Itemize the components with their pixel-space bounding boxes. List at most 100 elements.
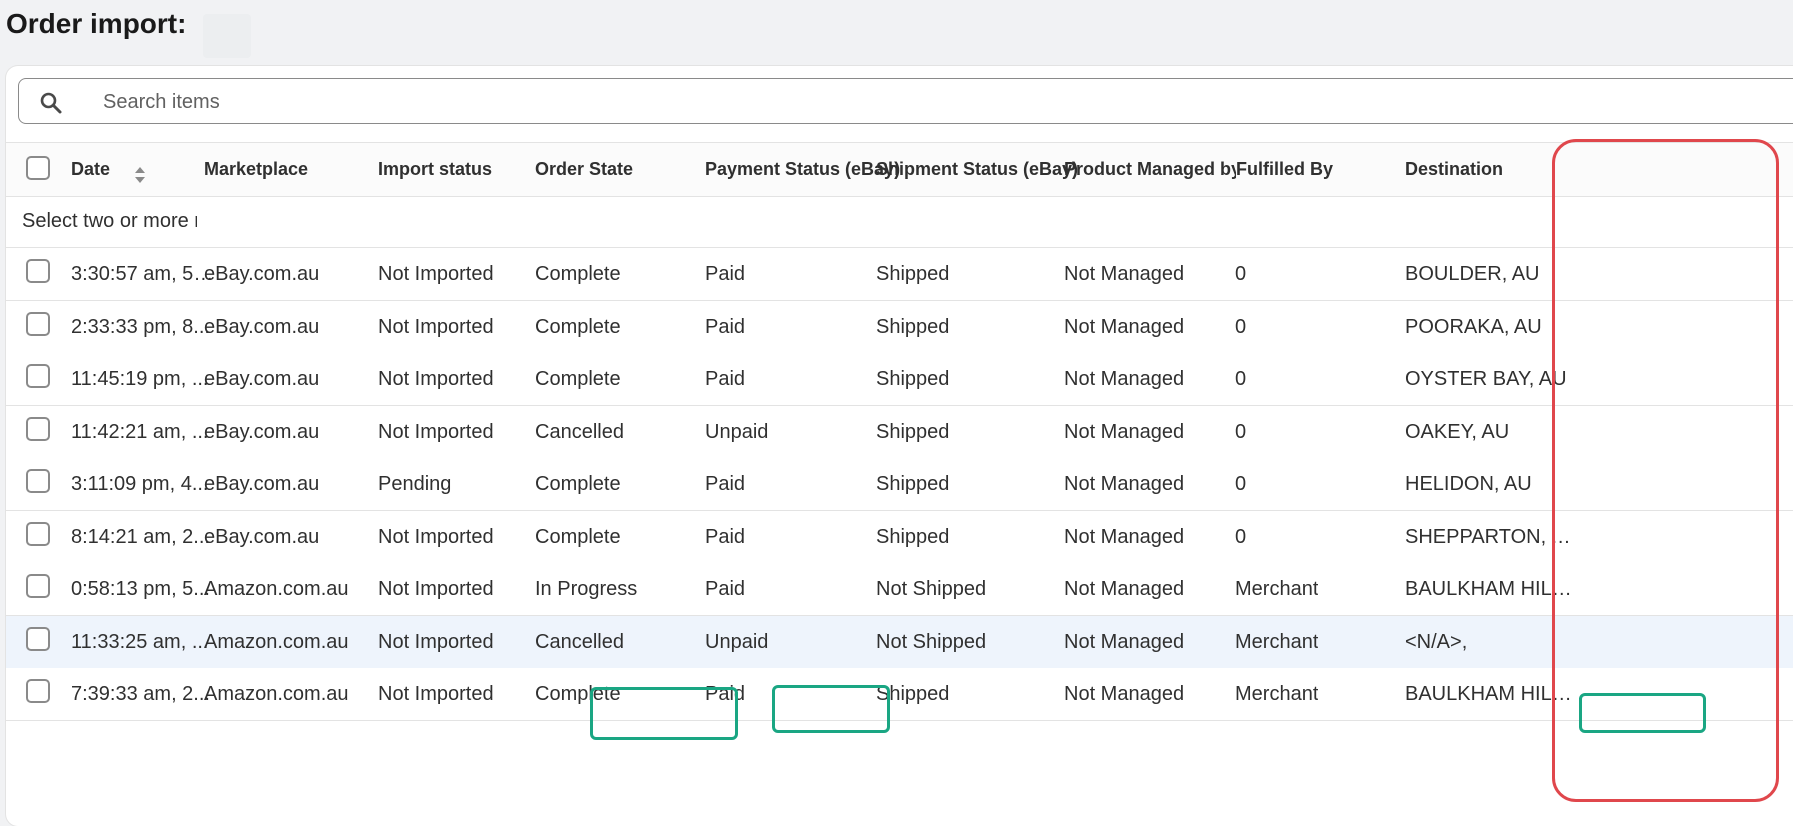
cell-product-managed: Not Managed [1064, 473, 1185, 495]
cell-product-managed: Not Managed [1064, 578, 1185, 600]
cell-payment-status: Paid [705, 578, 746, 600]
column-header-shipment-status[interactable]: Shipment Status (eBay) [876, 143, 1078, 196]
search-icon [40, 92, 62, 114]
cell-fulfilled-by: 0 [1235, 315, 1247, 338]
column-header-date[interactable]: Date [71, 143, 110, 196]
cell-payment-status: Paid [705, 368, 746, 390]
row-checkbox[interactable] [26, 521, 50, 546]
row-checkbox[interactable] [26, 679, 50, 703]
cell-date: 0:58:13 pm, 5... [71, 578, 210, 600]
cell-date: 3:11:09 pm, 4... [71, 473, 209, 495]
table-row[interactable]: 2:33:33 pm, 8... eBay.com.au Not Imported C… [6, 300, 1793, 354]
cell-marketplace: eBay.com.au [204, 473, 320, 495]
cell-shipment-status: Not Shipped [876, 578, 987, 600]
column-header-import-status[interactable]: Import status [378, 143, 492, 196]
cell-destination: BAULKHAM HILLS, ... [1405, 683, 1573, 705]
cell-marketplace: eBay.com.au [204, 263, 320, 285]
row-checkbox[interactable] [26, 416, 50, 441]
cell-import-status: Not Imported [378, 420, 494, 443]
row-checkbox[interactable] [26, 259, 50, 283]
table-row[interactable]: 11:33:25 am, ... Amazon.com.au Not Importe… [6, 615, 1793, 669]
cell-destination: SHEPPARTON, AU [1405, 525, 1573, 548]
cell-marketplace: eBay.com.au [204, 315, 320, 338]
cell-product-managed: Not Managed [1064, 683, 1185, 705]
row-checkbox[interactable] [26, 469, 50, 493]
cell-fulfilled-by: 0 [1235, 263, 1247, 285]
column-header-fulfilled-by[interactable]: Fulfilled By [1236, 143, 1333, 196]
title-redaction [203, 14, 251, 58]
cell-shipment-status: Shipped [876, 473, 950, 495]
cell-destination: BOULDER, AU [1405, 263, 1540, 285]
cell-order-state: Complete [535, 525, 621, 548]
cell-marketplace: Amazon.com.au [204, 578, 349, 600]
cell-date: 8:14:21 am, 2... [71, 525, 210, 548]
cell-product-managed: Not Managed [1064, 368, 1185, 390]
cell-product-managed: Not Managed [1064, 263, 1185, 285]
selection-hint: Select two or more rc [22, 210, 197, 232]
cell-fulfilled-by: Merchant [1235, 578, 1319, 600]
cell-import-status: Not Imported [378, 263, 494, 285]
column-header-marketplace[interactable]: Marketplace [204, 143, 308, 196]
column-header-payment-status[interactable]: Payment Status (eBay) [705, 143, 900, 196]
cell-shipment-status: Shipped [876, 525, 950, 548]
cell-import-status: Not Imported [378, 315, 494, 338]
cell-destination: BAULKHAM HILLS, ... [1405, 578, 1573, 600]
cell-date: 3:30:57 am, 5 ... [71, 263, 215, 285]
cell-marketplace: Amazon.com.au [204, 630, 349, 653]
cell-order-state: Complete [535, 683, 621, 705]
table-row[interactable]: 3:30:57 am, 5 ... eBay.com.au Not Imported… [6, 248, 1793, 301]
cell-destination: OYSTER BAY, AU [1405, 368, 1567, 390]
cell-date: 11:33:25 am, ... [71, 630, 209, 653]
cell-marketplace: eBay.com.au [204, 368, 320, 390]
cell-marketplace: eBay.com.au [204, 525, 320, 548]
cell-shipment-status: Shipped [876, 683, 950, 705]
cell-marketplace: eBay.com.au [204, 420, 320, 443]
row-checkbox[interactable] [26, 626, 50, 651]
cell-order-state: Complete [535, 315, 621, 338]
cell-fulfilled-by: 0 [1235, 420, 1247, 443]
sort-icon[interactable] [134, 165, 146, 185]
cell-payment-status: Paid [705, 473, 746, 495]
table-row[interactable]: 11:42:21 am, ... eBay.com.au Not Imported C… [6, 405, 1793, 459]
column-header-order-state[interactable]: Order State [535, 143, 633, 196]
cell-shipment-status: Shipped [876, 368, 950, 390]
cell-import-status: Not Imported [378, 368, 494, 390]
cell-import-status: Not Imported [378, 578, 494, 600]
cell-order-state: In Progress [535, 578, 638, 600]
table-header: Date Marketplace Import status Order Sta… [6, 142, 1793, 197]
cell-fulfilled-by: 0 [1235, 473, 1247, 495]
column-header-product-managed[interactable]: Product Managed by Cc [1064, 143, 1236, 196]
cell-payment-status: Paid [705, 525, 746, 548]
row-checkbox[interactable] [26, 364, 50, 388]
cell-payment-status: Unpaid [705, 630, 769, 653]
cell-payment-status: Unpaid [705, 420, 769, 443]
search-bar[interactable] [18, 78, 1793, 124]
cell-product-managed: Not Managed [1064, 420, 1185, 443]
cell-product-managed: Not Managed [1064, 525, 1185, 548]
row-checkbox[interactable] [26, 311, 50, 336]
cell-shipment-status: Shipped [876, 263, 950, 285]
table-row[interactable]: 0:58:13 pm, 5... Amazon.com.au Not Importe… [6, 563, 1793, 616]
orders-card: Date Marketplace Import status Order Sta… [6, 66, 1793, 826]
cell-date: 11:42:21 am, ... [71, 420, 209, 443]
cell-product-managed: Not Managed [1064, 630, 1185, 653]
table-row[interactable]: 11:45:19 pm, ... eBay.com.au Not Imported C… [6, 353, 1793, 406]
cell-import-status: Not Imported [378, 525, 494, 548]
select-all-checkbox[interactable] [26, 156, 50, 180]
cell-date: 11:45:19 pm, ... [71, 368, 209, 390]
table-row[interactable]: 7:39:33 am, 2... Amazon.com.au Not Importe… [6, 668, 1793, 721]
search-input[interactable] [101, 81, 905, 123]
cell-destination: HELIDON, AU [1405, 473, 1532, 495]
cell-import-status: Not Imported [378, 630, 494, 653]
selection-hint-row: Select two or more rc [6, 196, 1793, 248]
table-row[interactable]: 8:14:21 am, 2... eBay.com.au Not Imported C… [6, 510, 1793, 564]
cell-fulfilled-by: 0 [1235, 525, 1247, 548]
cell-date: 7:39:33 am, 2... [71, 683, 210, 705]
cell-order-state: Complete [535, 263, 621, 285]
table-row[interactable]: 3:11:09 pm, 4... eBay.com.au Pending Comple… [6, 458, 1793, 511]
column-header-destination[interactable]: Destination [1405, 143, 1503, 196]
row-checkbox[interactable] [26, 574, 50, 598]
cell-order-state: Complete [535, 368, 621, 390]
cell-product-managed: Not Managed [1064, 315, 1185, 338]
cell-payment-status: Paid [705, 315, 746, 338]
